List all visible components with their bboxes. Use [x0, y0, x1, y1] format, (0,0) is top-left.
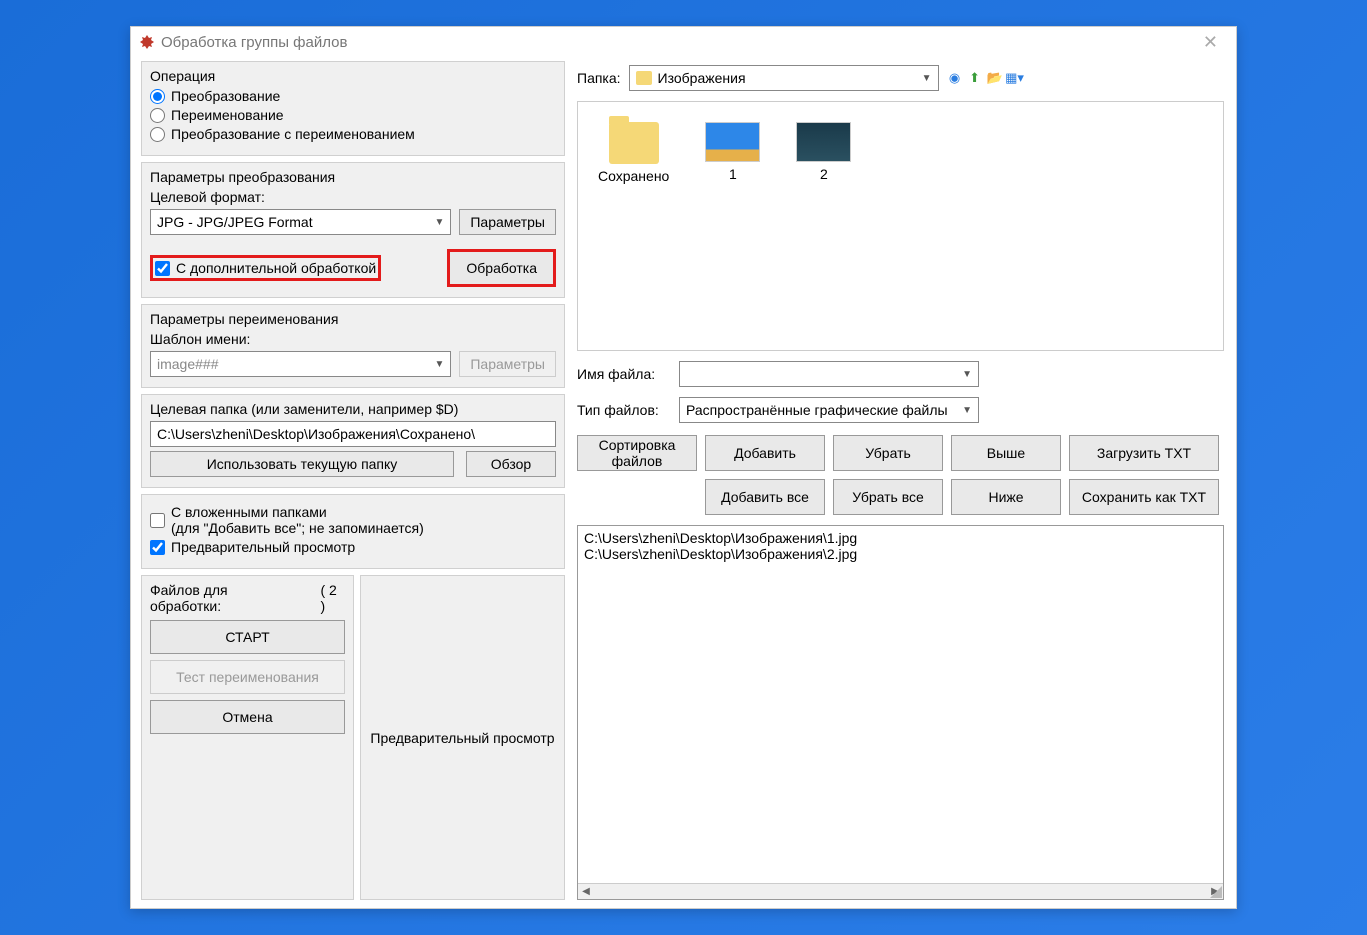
view-icon[interactable]: ▦▾	[1007, 70, 1023, 86]
thumb-folder[interactable]: Сохранено	[598, 122, 669, 184]
start-button[interactable]: СТАРТ	[150, 620, 345, 654]
subfolders-note: (для "Добавить все"; не запоминается)	[171, 520, 424, 536]
add-all-button[interactable]: Добавить все	[705, 479, 825, 515]
thumbnail-pane[interactable]: Сохранено 1 2	[577, 101, 1224, 351]
radio-rename-label: Переименование	[171, 107, 284, 123]
image-thumbnail-icon	[796, 122, 851, 162]
horizontal-scrollbar[interactable]: ◀ ▶	[578, 883, 1223, 899]
sort-files-label: Сортировка файлов	[588, 437, 686, 469]
thumb-image-2[interactable]: 2	[796, 122, 851, 182]
rename-title: Параметры переименования	[150, 311, 556, 327]
folder-icon	[636, 71, 652, 85]
list-item[interactable]: C:\Users\zheni\Desktop\Изображения\2.jpg	[584, 546, 1217, 562]
folder-value: Изображения	[658, 70, 746, 86]
conversion-group: Параметры преобразования Целевой формат:…	[141, 162, 565, 298]
down-button[interactable]: Ниже	[951, 479, 1061, 515]
load-txt-button[interactable]: Загрузить TXT	[1069, 435, 1219, 471]
folder-label: Папка:	[577, 70, 621, 86]
up-icon[interactable]: ⬆	[967, 70, 983, 86]
radio-convert-rename-label: Преобразование с переименованием	[171, 126, 415, 142]
new-folder-icon[interactable]: 📂	[987, 70, 1003, 86]
format-params-button[interactable]: Параметры	[459, 209, 556, 235]
filetype-value: Распространённые графические файлы	[686, 402, 948, 418]
preview-pane: Предварительный просмотр	[360, 575, 565, 900]
files-count-label: Файлов для обработки:	[150, 582, 300, 614]
thumb-label: 2	[820, 166, 828, 182]
save-txt-button[interactable]: Сохранить как TXT	[1069, 479, 1219, 515]
radio-convert-label: Преобразование	[171, 88, 280, 104]
folder-combo[interactable]: Изображения ▼	[629, 65, 939, 91]
use-current-folder-button[interactable]: Использовать текущую папку	[150, 451, 454, 477]
add-button[interactable]: Добавить	[705, 435, 825, 471]
actions-group: Файлов для обработки: ( 2 ) СТАРТ Тест п…	[141, 575, 354, 900]
format-label: Целевой формат:	[150, 189, 556, 205]
back-icon[interactable]: ◉	[947, 70, 963, 86]
radio-rename[interactable]: Переименование	[150, 107, 556, 123]
filetype-combo[interactable]: Распространённые графические файлы ▼	[679, 397, 979, 423]
image-thumbnail-icon	[705, 122, 760, 162]
resize-grip-icon[interactable]	[1208, 884, 1222, 898]
chevron-down-icon: ▼	[922, 73, 932, 84]
radio-convert[interactable]: Преобразование	[150, 88, 556, 104]
preview-label: Предварительный просмотр	[171, 539, 355, 555]
files-count-value: ( 2 )	[320, 582, 345, 614]
up-button[interactable]: Выше	[951, 435, 1061, 471]
thumb-label: Сохранено	[598, 168, 669, 184]
radio-rename-input[interactable]	[150, 108, 165, 123]
template-label: Шаблон имени:	[150, 331, 556, 347]
subfolders-checkbox[interactable]	[150, 513, 165, 528]
preview-check[interactable]: Предварительный просмотр	[150, 539, 556, 555]
chevron-down-icon: ▼	[434, 217, 444, 228]
cancel-button[interactable]: Отмена	[150, 700, 345, 734]
window-title: Обработка группы файлов	[161, 34, 347, 51]
template-value: image###	[157, 356, 219, 372]
format-combo[interactable]: JPG - JPG/JPEG Format ▼	[150, 209, 451, 235]
filename-combo[interactable]: ▼	[679, 361, 979, 387]
test-rename-button: Тест переименования	[150, 660, 345, 694]
target-folder-input[interactable]	[150, 421, 556, 447]
target-folder-group: Целевая папка (или заменители, например …	[141, 394, 565, 488]
titlebar: Обработка группы файлов ✕	[131, 27, 1236, 57]
preview-checkbox[interactable]	[150, 540, 165, 555]
app-icon	[139, 34, 155, 50]
sort-files-button[interactable]: Сортировка файлов	[577, 435, 697, 471]
thumb-label: 1	[729, 166, 737, 182]
folder-icon	[609, 122, 659, 164]
options-group: С вложенными папками (для "Добавить все"…	[141, 494, 565, 569]
browse-button[interactable]: Обзор	[466, 451, 556, 477]
rename-group: Параметры переименования Шаблон имени: i…	[141, 304, 565, 388]
processing-button[interactable]: Обработка	[447, 249, 556, 287]
batch-dialog: Обработка группы файлов ✕ Операция Преоб…	[130, 26, 1237, 909]
extra-processing-label: С дополнительной обработкой	[176, 260, 376, 276]
format-value: JPG - JPG/JPEG Format	[157, 214, 313, 230]
filename-label: Имя файла:	[577, 366, 667, 382]
preview-pane-label: Предварительный просмотр	[370, 730, 554, 746]
chevron-down-icon: ▼	[962, 405, 972, 416]
file-list[interactable]: C:\Users\zheni\Desktop\Изображения\1.jpg…	[577, 525, 1224, 900]
remove-all-button[interactable]: Убрать все	[833, 479, 943, 515]
extra-processing-check[interactable]: С дополнительной обработкой	[150, 255, 381, 281]
operation-group: Операция Преобразование Переименование П…	[141, 61, 565, 156]
operation-title: Операция	[150, 68, 556, 84]
extra-processing-checkbox[interactable]	[155, 261, 170, 276]
chevron-down-icon: ▼	[962, 369, 972, 380]
radio-convert-rename-input[interactable]	[150, 127, 165, 142]
chevron-down-icon: ▼	[434, 359, 444, 370]
list-item[interactable]: C:\Users\zheni\Desktop\Изображения\1.jpg	[584, 530, 1217, 546]
radio-convert-rename[interactable]: Преобразование с переименованием	[150, 126, 556, 142]
target-folder-label: Целевая папка (или заменители, например …	[150, 401, 556, 417]
close-icon[interactable]: ✕	[1193, 32, 1228, 53]
filetype-label: Тип файлов:	[577, 402, 667, 418]
thumb-image-1[interactable]: 1	[705, 122, 760, 182]
remove-button[interactable]: Убрать	[833, 435, 943, 471]
conversion-title: Параметры преобразования	[150, 169, 556, 185]
subfolders-check[interactable]: С вложенными папками (для "Добавить все"…	[150, 504, 556, 536]
radio-convert-input[interactable]	[150, 89, 165, 104]
scroll-left-icon[interactable]: ◀	[578, 886, 594, 897]
folder-row: Папка: Изображения ▼ ◉ ⬆ 📂 ▦▾	[577, 65, 1224, 91]
template-combo[interactable]: image### ▼	[150, 351, 451, 377]
subfolders-label: С вложенными папками	[171, 504, 327, 520]
rename-params-button: Параметры	[459, 351, 556, 377]
